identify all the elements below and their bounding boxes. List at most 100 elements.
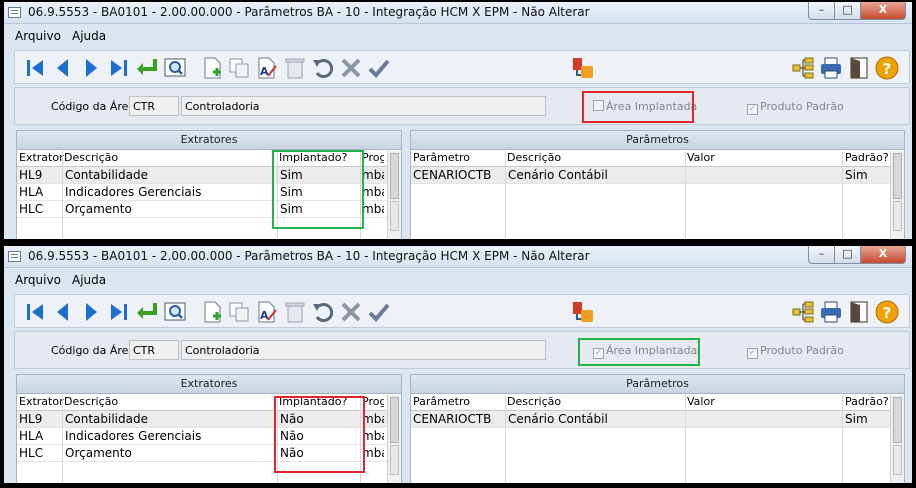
col-extrator[interactable]: Extrator: [19, 395, 64, 408]
scrollbar-thumb[interactable]: [893, 397, 902, 443]
cancel-icon[interactable]: [339, 56, 363, 80]
zoom-icon[interactable]: [163, 56, 187, 80]
delete-icon[interactable]: [283, 56, 307, 80]
cell-descricao: Cenário Contábil: [508, 168, 608, 182]
scrollbar-thumb[interactable]: [390, 153, 399, 199]
maximize-button[interactable]: □: [834, 246, 861, 264]
window-title: 06.9.5553 - BA0101 - 2.00.00.000 - Parâm…: [28, 249, 590, 263]
col-valor[interactable]: Valor: [687, 395, 715, 408]
close-button[interactable]: X: [860, 246, 906, 264]
first-icon[interactable]: [23, 300, 47, 324]
confirm-icon[interactable]: [367, 56, 391, 80]
last-icon[interactable]: [107, 56, 131, 80]
edit-icon[interactable]: A: [255, 300, 279, 324]
cancel-icon[interactable]: [339, 300, 363, 324]
col-padrao[interactable]: Padrão?: [845, 395, 889, 408]
zoom-icon[interactable]: [163, 300, 187, 324]
delete-icon[interactable]: [283, 300, 307, 324]
exit-icon[interactable]: [847, 56, 871, 80]
scrollbar-thumb[interactable]: [390, 397, 399, 443]
minimize-button[interactable]: –: [808, 246, 835, 264]
area-code-label: Código da Área:: [51, 100, 139, 113]
scrollbar-track[interactable]: [390, 445, 399, 475]
column-divider: [842, 395, 843, 483]
cell-extrator: HLA: [19, 185, 44, 199]
menu-arquivo[interactable]: Arquivo: [15, 29, 61, 43]
title-bar[interactable]: 06.9.5553 - BA0101 - 2.00.00.000 - Parâm…: [4, 2, 912, 24]
col-extrator[interactable]: Extrator: [19, 151, 64, 164]
table-row[interactable]: CENARIOCTB Cenário Contábil Sim: [411, 167, 904, 184]
area-name-field: Controladoria: [181, 96, 546, 116]
goto-icon[interactable]: [135, 300, 159, 324]
scrollbar-thumb[interactable]: [893, 153, 902, 199]
menu-ajuda[interactable]: Ajuda: [72, 29, 106, 43]
app-window-bottom: 06.9.5553 - BA0101 - 2.00.00.000 - Parâm…: [4, 246, 912, 483]
export-icon[interactable]: [571, 300, 595, 324]
title-bar[interactable]: 06.9.5553 - BA0101 - 2.00.00.000 - Parâm…: [4, 246, 912, 268]
scrollbar-track[interactable]: [893, 201, 902, 231]
exit-icon[interactable]: [847, 300, 871, 324]
parametros-title: Parâmetros: [411, 131, 904, 150]
minimize-button[interactable]: –: [808, 2, 835, 20]
tree-icon[interactable]: [791, 300, 815, 324]
undo-icon[interactable]: [311, 300, 335, 324]
col-descricao[interactable]: Descrição: [64, 151, 118, 164]
scrollbar-track[interactable]: [390, 201, 399, 231]
table-row[interactable]: CENARIOCTB Cenário Contábil Sim: [411, 411, 904, 428]
copy-icon[interactable]: [227, 300, 251, 324]
undo-icon[interactable]: [311, 56, 335, 80]
copy-icon[interactable]: [227, 56, 251, 80]
col-parametro[interactable]: Parâmetro: [413, 151, 470, 164]
col-descricao[interactable]: Descrição: [64, 395, 118, 408]
menu-ajuda[interactable]: Ajuda: [72, 273, 106, 287]
new-icon[interactable]: [201, 56, 225, 80]
parametros-panel: Parâmetros Parâmetro Descrição Valor Pad…: [410, 130, 905, 239]
next-icon[interactable]: [79, 56, 103, 80]
menu-bar: Arquivo Ajuda: [4, 26, 912, 45]
confirm-icon[interactable]: [367, 300, 391, 324]
area-code-field[interactable]: CTR: [129, 96, 179, 116]
tree-icon[interactable]: [791, 56, 815, 80]
app-window-top: 06.9.5553 - BA0101 - 2.00.00.000 - Parâm…: [4, 2, 912, 239]
parametros-scrollbar[interactable]: [890, 395, 904, 483]
print-icon[interactable]: [819, 300, 843, 324]
extratores-scrollbar[interactable]: [387, 151, 401, 239]
help-icon[interactable]: ?: [875, 300, 899, 324]
menu-arquivo[interactable]: Arquivo: [15, 273, 61, 287]
column-divider: [62, 395, 63, 483]
area-code-field[interactable]: CTR: [129, 340, 179, 360]
close-button[interactable]: X: [860, 2, 906, 20]
scrollbar-track[interactable]: [893, 445, 902, 475]
next-icon[interactable]: [79, 300, 103, 324]
goto-icon[interactable]: [135, 56, 159, 80]
extratores-scrollbar[interactable]: [387, 395, 401, 483]
first-icon[interactable]: [23, 56, 47, 80]
window-title: 06.9.5553 - BA0101 - 2.00.00.000 - Parâm…: [28, 5, 590, 19]
col-padrao[interactable]: Padrão?: [845, 151, 889, 164]
cell-extrator: HL9: [19, 412, 43, 426]
print-icon[interactable]: [819, 56, 843, 80]
col-parametro[interactable]: Parâmetro: [413, 395, 470, 408]
column-divider: [685, 395, 686, 483]
edit-icon[interactable]: A: [255, 56, 279, 80]
cell-programa: mba: [362, 429, 384, 443]
col-programa[interactable]: Progr: [362, 151, 384, 164]
export-icon[interactable]: [571, 56, 595, 80]
cell-programa: mba: [362, 446, 384, 460]
col-valor[interactable]: Valor: [687, 151, 715, 164]
parametros-scrollbar[interactable]: [890, 151, 904, 239]
col-programa[interactable]: Progr: [362, 395, 384, 408]
previous-icon[interactable]: [51, 300, 75, 324]
parametros-header-row: Parâmetro Descrição Valor Padrão?: [411, 150, 904, 167]
new-icon[interactable]: [201, 300, 225, 324]
col-descricao[interactable]: Descrição: [507, 395, 561, 408]
maximize-button[interactable]: □: [834, 2, 861, 20]
last-icon[interactable]: [107, 300, 131, 324]
previous-icon[interactable]: [51, 56, 75, 80]
cell-descricao: Indicadores Gerenciais: [65, 185, 202, 199]
help-icon[interactable]: ?: [875, 56, 899, 80]
cell-descricao: Orçamento: [65, 446, 132, 460]
cell-padrao: Sim: [845, 168, 868, 182]
col-descricao[interactable]: Descrição: [507, 151, 561, 164]
highlight-area-implantada: [578, 338, 700, 366]
